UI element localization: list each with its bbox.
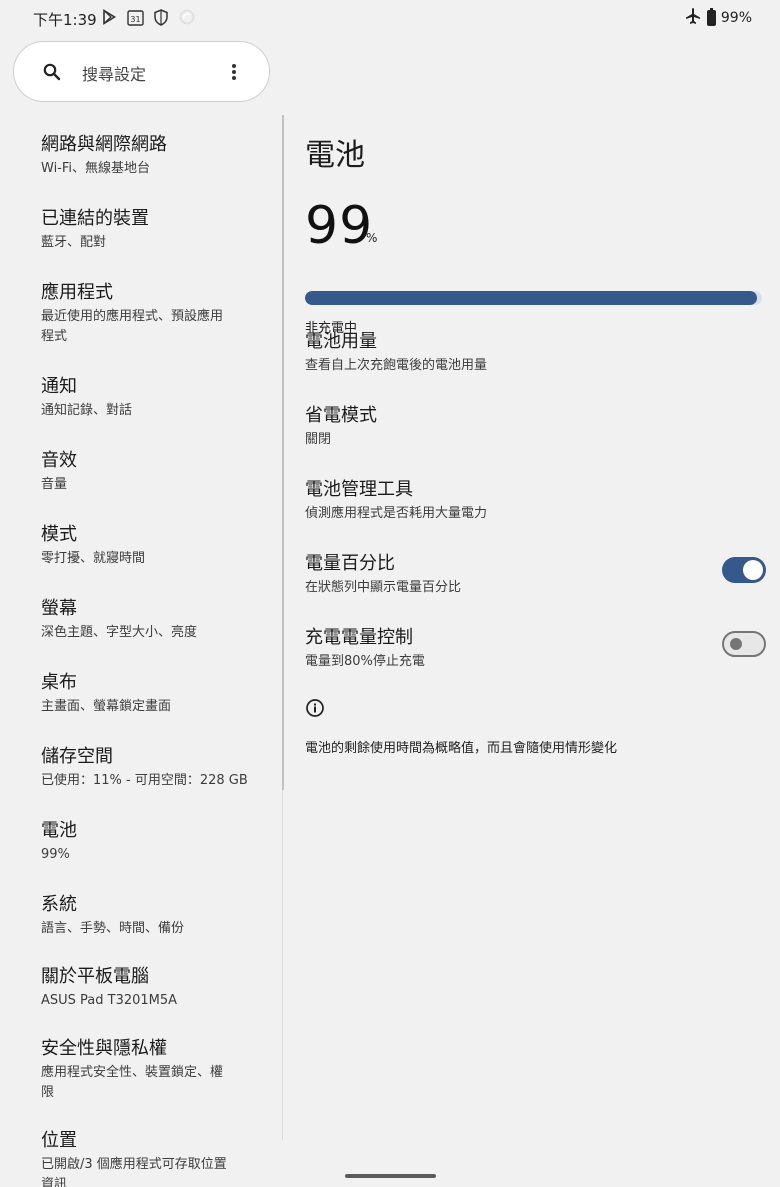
battery-icon (706, 8, 716, 26)
battery-percentage-row[interactable]: 電量百分比 在狀態列中顯示電量百分比 (305, 552, 766, 598)
sidebar-item-title: 電池 (41, 820, 77, 841)
sidebar-item-subtitle: Wi-Fi、無線基地台 (41, 161, 151, 176)
sidebar-item-battery[interactable]: 電池 99% (0, 800, 282, 880)
sidebar-item-title: 已連結的裝置 (41, 208, 149, 229)
sidebar-item-location[interactable]: 位置 已開啟/3 個應用程式可存取位置 資訊 (0, 1110, 282, 1187)
sidebar-item-subtitle: 應用程式安全性、裝置鎖定、權 限 (41, 1063, 262, 1103)
search-icon (41, 61, 63, 83)
pane-divider (282, 790, 283, 1140)
sidebar-item-system[interactable]: 系統 語言、手勢、時間、備份 (0, 874, 282, 946)
row-title: 省電模式 (305, 405, 377, 426)
battery-saver-row[interactable]: 省電模式 關閉 (305, 404, 765, 450)
sidebar-item-subtitle: 通知記錄、對話 (41, 403, 133, 418)
sidebar-item-subtitle: 零打擾、就寢時間 (41, 551, 146, 566)
airplane-mode-icon (684, 7, 702, 29)
sidebar-item-subtitle: 主畫面、螢幕鎖定畫面 (41, 699, 172, 714)
sidebar-item-title: 位置 (41, 1130, 77, 1151)
charge-limit-row[interactable]: 充電電量控制 電量到80%停止充電 (305, 626, 766, 672)
search-placeholder[interactable]: 搜尋設定 (82, 61, 146, 85)
info-icon (305, 698, 325, 718)
sidebar-item-subtitle: 最近使用的應用程式、預設應用 程式 (41, 307, 262, 347)
sidebar-item-storage[interactable]: 儲存空間 已使用：11% - 可用空間：228 GB (0, 726, 282, 800)
sidebar-item-subtitle: 99% (41, 847, 70, 862)
footer-note: 電池的剩餘使用時間為概略值，而且會隨使用情形變化 (305, 741, 618, 756)
status-system-icons: 99% (684, 7, 752, 29)
status-battery-text: 99% (720, 10, 752, 26)
sidebar-item-subtitle: 已使用：11% - 可用空間：228 GB (41, 773, 248, 788)
sidebar-item-title: 系統 (41, 894, 77, 915)
sidebar-item-title: 通知 (41, 376, 77, 397)
shield-icon (152, 8, 170, 26)
sidebar-item-subtitle-line: 應用程式安全性、裝置鎖定、權 (41, 1065, 224, 1080)
sync-icon (178, 8, 196, 26)
sidebar-item-title: 安全性與隱私權 (41, 1038, 167, 1059)
search-bar[interactable]: 搜尋設定 (13, 41, 270, 102)
page-title: 電池 (305, 138, 365, 173)
sidebar-item-about-tablet[interactable]: 關於平板電腦 ASUS Pad T3201M5A (0, 946, 282, 1018)
pane-scrollbar[interactable] (282, 115, 284, 790)
calendar-day-text: 31 (130, 15, 140, 24)
settings-sidebar: 搜尋設定 網路與網際網路 Wi-Fi、無線基地台 已連結的裝置 藍牙、配對 應用… (0, 34, 282, 1187)
sidebar-item-title: 音效 (41, 450, 77, 471)
sidebar-item-modes[interactable]: 模式 零打擾、就寢時間 (0, 504, 282, 578)
sidebar-item-title: 儲存空間 (41, 746, 113, 767)
row-title: 電池管理工具 (305, 479, 413, 500)
row-title: 電池用量 (305, 331, 377, 352)
sidebar-item-subtitle-line: 最近使用的應用程式、預設應用 (41, 309, 224, 324)
battery-usage-row[interactable]: 電池用量 查看自上次充飽電後的電池用量 (305, 330, 765, 376)
battery-level-number: 99 (305, 196, 374, 256)
toggle-knob (730, 638, 742, 650)
row-subtitle: 偵測應用程式是否耗用大量電力 (305, 506, 488, 521)
sidebar-item-title: 模式 (41, 524, 77, 545)
battery-manager-row[interactable]: 電池管理工具 偵測應用程式是否耗用大量電力 (305, 478, 765, 524)
battery-percentage-toggle[interactable] (722, 557, 766, 583)
sidebar-item-subtitle: 語言、手勢、時間、備份 (41, 921, 185, 936)
battery-level-bar (305, 291, 762, 305)
sidebar-item-subtitle-line: 程式 (41, 329, 68, 344)
battery-level-fill (305, 291, 758, 305)
sidebar-item-title: 桌布 (41, 672, 77, 693)
sidebar-item-subtitle-line: 限 (41, 1085, 55, 1100)
status-time: 下午1:39 (33, 11, 97, 29)
sidebar-item-subtitle: 藍牙、配對 (41, 235, 107, 250)
sidebar-item-title: 關於平板電腦 (41, 966, 149, 987)
status-bar: 下午1:39 31 99% (0, 0, 780, 34)
sidebar-item-title: 應用程式 (41, 282, 113, 303)
battery-level-unit: % (366, 231, 378, 245)
sidebar-item-subtitle: 深色主題、字型大小、亮度 (41, 625, 198, 640)
sidebar-item-subtitle: ASUS Pad T3201M5A (41, 993, 178, 1008)
toggle-knob (743, 560, 763, 580)
sidebar-item-subtitle-line: 資訊 (41, 1177, 68, 1187)
sidebar-item-subtitle: 已開啟/3 個應用程式可存取位置 資訊 (41, 1155, 262, 1187)
sidebar-item-wallpaper[interactable]: 桌布 主畫面、螢幕鎖定畫面 (0, 652, 282, 726)
sidebar-item-title: 螢幕 (41, 598, 77, 619)
charge-limit-toggle[interactable] (722, 631, 766, 657)
row-subtitle: 在狀態列中顯示電量百分比 (305, 580, 462, 595)
sidebar-item-network[interactable]: 網路與網際網路 Wi-Fi、無線基地台 (0, 114, 282, 188)
sidebar-item-notifications[interactable]: 通知 通知記錄、對話 (0, 356, 282, 430)
sidebar-item-connected-devices[interactable]: 已連結的裝置 藍牙、配對 (0, 188, 282, 262)
row-subtitle: 電量到80%停止充電 (305, 654, 425, 669)
gesture-navigation-bar[interactable] (345, 1174, 436, 1178)
row-subtitle: 查看自上次充飽電後的電池用量 (305, 358, 488, 373)
sidebar-item-subtitle: 音量 (41, 477, 68, 492)
sidebar-item-sound[interactable]: 音效 音量 (0, 430, 282, 504)
sidebar-item-apps[interactable]: 應用程式 最近使用的應用程式、預設應用 程式 (0, 262, 282, 356)
status-notification-icons: 31 (100, 8, 196, 26)
sidebar-item-security-privacy[interactable]: 安全性與隱私權 應用程式安全性、裝置鎖定、權 限 (0, 1018, 282, 1110)
sidebar-item-title: 網路與網際網路 (41, 134, 167, 155)
calendar-icon: 31 (126, 8, 144, 26)
sidebar-list: 網路與網際網路 Wi-Fi、無線基地台 已連結的裝置 藍牙、配對 應用程式 最近… (0, 114, 282, 1187)
row-title: 充電電量控制 (305, 627, 413, 648)
more-options-icon[interactable] (229, 61, 239, 83)
settings-screen: 下午1:39 31 99% 搜尋設定 網路與網際網路 Wi-Fi、無線基地台 已… (0, 0, 780, 1187)
row-subtitle: 關閉 (305, 432, 332, 447)
sidebar-item-subtitle-line: 已開啟/3 個應用程式可存取位置 (41, 1157, 227, 1172)
sidebar-item-display[interactable]: 螢幕 深色主題、字型大小、亮度 (0, 578, 282, 652)
row-title: 電量百分比 (305, 553, 395, 574)
play-store-icon (100, 8, 118, 26)
